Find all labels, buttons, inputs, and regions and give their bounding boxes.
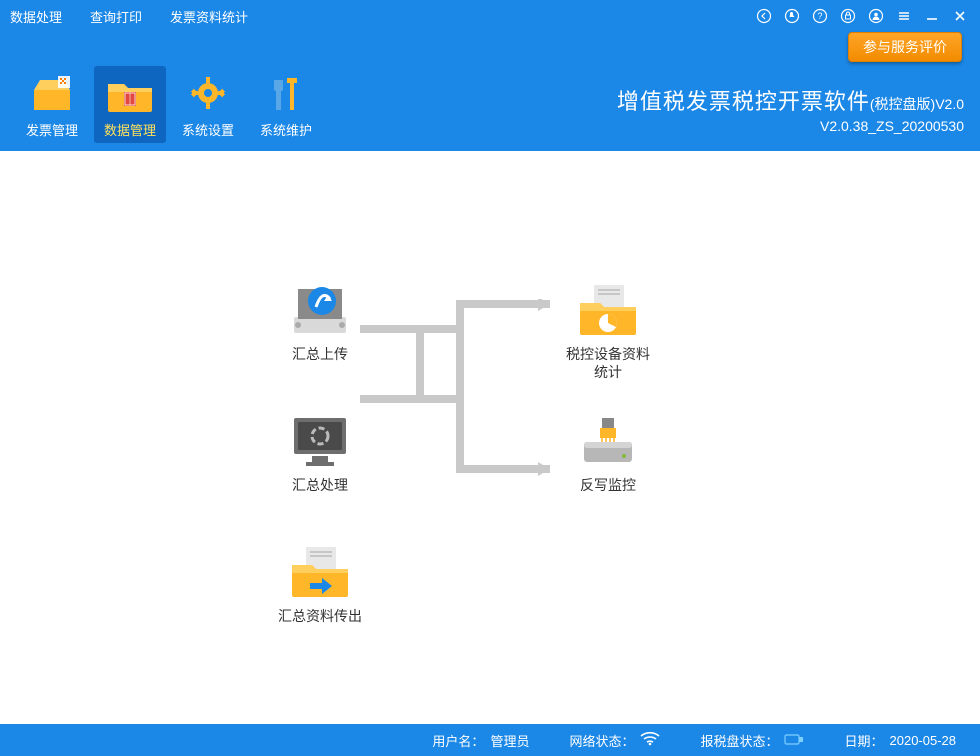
app-title-tail: (税控盘版)V2.0 [870, 96, 964, 112]
flow-arrows [360, 299, 560, 499]
app-header: 数据处理 查询打印 发票资料统计 ? 参与服务评价 发票管理 [0, 0, 980, 151]
func-device-stats[interactable]: 税控设备资料 统计 [548, 281, 668, 381]
svg-text:?: ? [817, 11, 822, 21]
status-network: 网络状态： [569, 731, 660, 750]
user-icon[interactable] [866, 6, 886, 26]
func-summary-upload[interactable]: 汇总上传 [260, 281, 380, 363]
lock-icon[interactable] [838, 6, 858, 26]
status-date: 日期： 2020-05-28 [844, 731, 956, 750]
status-bar: 用户名： 管理员 网络状态： 报税盘状态： 日期： 2020-05-28 [0, 724, 980, 756]
back-icon[interactable] [754, 6, 774, 26]
tb-label: 系统设置 [174, 120, 242, 139]
status-user: 用户名： 管理员 [432, 731, 529, 750]
disk-icon [784, 732, 804, 749]
notify-icon[interactable] [782, 6, 802, 26]
settings-lines-icon[interactable] [894, 6, 914, 26]
status-tax-disk: 报税盘状态： [700, 731, 804, 750]
close-icon[interactable] [950, 6, 970, 26]
gear-icon [184, 72, 232, 114]
tb-system-settings[interactable]: 系统设置 [172, 66, 244, 143]
tb-label: 发票管理 [18, 120, 86, 139]
monitor-icon [288, 412, 352, 468]
status-user-label: 用户名： [432, 731, 484, 750]
menu-data-process[interactable]: 数据处理 [10, 7, 62, 26]
menu-invoice-stats[interactable]: 发票资料统计 [170, 7, 248, 26]
app-title-block: 增值税发票税控开票软件(税控盘版)V2.0 V2.0.38_ZS_2020053… [617, 66, 964, 134]
func-summary-process[interactable]: 汇总处理 [260, 412, 380, 494]
func-label: 汇总上传 [260, 345, 380, 363]
tb-label: 系统维护 [252, 120, 320, 139]
status-tax-label: 报税盘状态： [700, 731, 778, 750]
status-net-label: 网络状态： [569, 731, 634, 750]
minimize-icon[interactable] [922, 6, 942, 26]
tools-icon [262, 72, 310, 114]
help-icon[interactable]: ? [810, 6, 830, 26]
disk-brush-icon [576, 412, 640, 468]
menubar: 数据处理 查询打印 发票资料统计 ? [0, 0, 980, 32]
status-user-value: 管理员 [490, 731, 529, 750]
func-label: 汇总资料传出 [260, 607, 380, 625]
invoice-box-icon [28, 72, 76, 114]
window-controls: ? [754, 6, 970, 26]
func-writeback-monitor[interactable]: 反写监控 [548, 412, 668, 494]
status-date-label: 日期： [844, 731, 883, 750]
content-area: 汇总上传 汇总处理 汇总资料传出 税控设备资料 统计 反写监控 [0, 151, 980, 724]
func-label: 汇总处理 [260, 476, 380, 494]
stats-folder-icon [576, 281, 640, 337]
feedback-button[interactable]: 参与服务评价 [848, 32, 962, 62]
tb-label: 数据管理 [96, 120, 164, 139]
func-label: 税控设备资料 统计 [548, 345, 668, 381]
export-folder-icon [288, 543, 352, 599]
tb-data-mgmt[interactable]: 数据管理 [94, 66, 166, 143]
app-title: 增值税发票税控开票软件 [617, 84, 870, 116]
data-folder-icon [106, 72, 154, 114]
func-summary-export[interactable]: 汇总资料传出 [260, 543, 380, 625]
tb-invoice-mgmt[interactable]: 发票管理 [16, 66, 88, 143]
func-label: 反写监控 [548, 476, 668, 494]
app-version: V2.0.38_ZS_20200530 [617, 118, 964, 134]
upload-icon [288, 281, 352, 337]
tb-system-maintain[interactable]: 系统维护 [250, 66, 322, 143]
status-date-value: 2020-05-28 [890, 733, 957, 748]
menu-query-print[interactable]: 查询打印 [90, 7, 142, 26]
main-toolbar: 发票管理 数据管理 系统设置 系统维护 [16, 66, 322, 143]
wifi-icon [640, 732, 660, 749]
